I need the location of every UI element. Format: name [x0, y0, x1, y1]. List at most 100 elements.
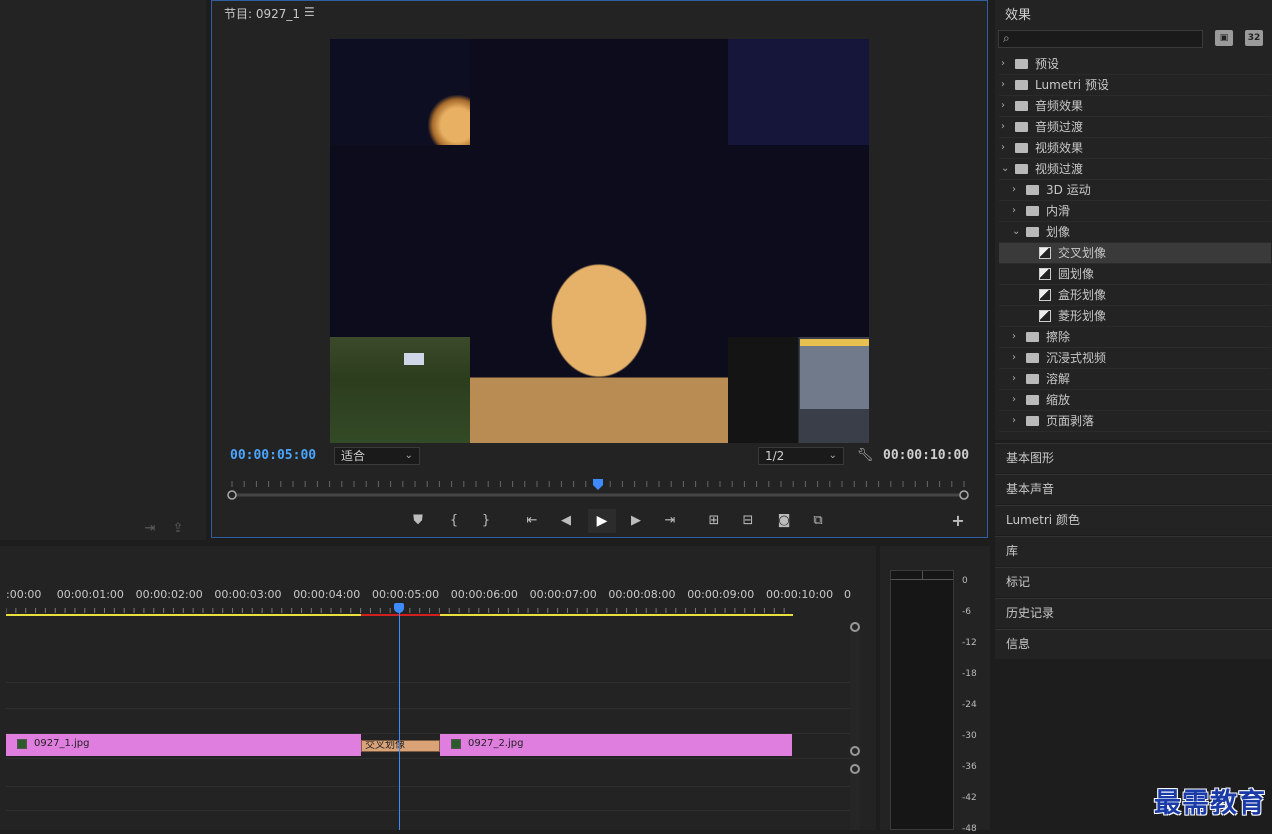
track-divider — [6, 708, 850, 709]
program-monitor: 节目: 0927_1 ☰ 00:00:05:00 适合 ⌄ 1/2 ⌄ 🔧︎ 0… — [211, 0, 988, 538]
compare-view-icon[interactable]: ⧉ — [808, 512, 828, 530]
accelerated-effects-icon[interactable]: ▣ — [1215, 30, 1233, 46]
mark-out-icon[interactable]: } — [476, 512, 496, 530]
scrub-ruler[interactable] — [224, 479, 972, 503]
panel-lumetri-color[interactable]: Lumetri 颜色 — [995, 505, 1272, 535]
zoom-fit-select[interactable]: 适合 ⌄ — [334, 447, 420, 465]
wrench-icon[interactable]: 🔧︎ — [855, 447, 875, 465]
chevron-right-icon[interactable]: › — [1001, 138, 1005, 158]
effects-tree-item[interactable]: › 视频效果 — [999, 138, 1271, 159]
current-timecode[interactable]: 00:00:05:00 — [230, 448, 316, 463]
effects-tree-item[interactable]: 盒形划像 — [999, 285, 1271, 306]
work-area-bar[interactable] — [6, 614, 361, 616]
effects-tree-item[interactable]: › 音频效果 — [999, 96, 1271, 117]
chevron-right-icon[interactable]: › — [1012, 348, 1016, 368]
monitor-scrub-bar[interactable] — [224, 479, 972, 503]
chevron-right-icon[interactable]: › — [1012, 201, 1016, 221]
effects-tree-item[interactable]: 圆划像 — [999, 264, 1271, 285]
effects-search-field[interactable]: ⌕ — [998, 30, 1203, 48]
go-to-out-icon[interactable]: ⇥ — [660, 512, 680, 530]
resolution-select[interactable]: 1/2 ⌄ — [758, 447, 844, 465]
32bit-effects-icon[interactable]: 32 — [1245, 30, 1263, 46]
effects-tree-label: 菱形划像 — [1058, 309, 1107, 323]
panel-history[interactable]: 历史记录 — [995, 598, 1272, 628]
folder-icon — [1026, 206, 1039, 216]
effects-tree-item[interactable]: ⌄ 视频过渡 — [999, 159, 1271, 180]
effects-tree-item[interactable]: › Lumetri 预设 — [999, 75, 1271, 96]
chevron-right-icon[interactable]: › — [1012, 369, 1016, 389]
insert-icon[interactable]: ⇥ — [140, 520, 160, 538]
chevron-right-icon[interactable]: › — [1012, 390, 1016, 410]
effects-title: 效果 — [1005, 8, 1032, 23]
transition-effect-icon — [1039, 310, 1051, 322]
step-forward-icon[interactable]: ▶︎ — [626, 512, 646, 530]
lift-icon[interactable]: ⊞ — [704, 512, 724, 530]
effects-tree-label: 预设 — [1035, 57, 1060, 71]
scroll-handle-bottom[interactable] — [850, 746, 860, 756]
scroll-handle-top[interactable] — [850, 764, 860, 774]
source-panel: ⇥ ⇪ — [0, 0, 206, 540]
track-divider — [6, 810, 850, 811]
track-divider — [6, 786, 850, 787]
effects-tree-item[interactable]: › 预设 — [999, 54, 1271, 75]
effects-tree-label: 页面剥落 — [1046, 414, 1095, 428]
panel-essential-sound[interactable]: 基本声音 — [995, 474, 1272, 504]
zoom-fit-label: 适合 — [341, 449, 366, 463]
play-icon[interactable]: ▶︎ — [588, 509, 616, 533]
effects-tree-label: 缩放 — [1046, 393, 1071, 407]
hamburger-icon[interactable]: ☰ — [304, 5, 315, 19]
extract-icon[interactable]: ⊟ — [738, 512, 758, 530]
camera-icon[interactable]: ◙ — [774, 512, 794, 530]
effects-tree-item[interactable]: ⌄ 划像 — [999, 222, 1271, 243]
playhead-handle[interactable] — [394, 603, 404, 613]
chevron-right-icon[interactable]: › — [1001, 54, 1005, 74]
ruler-ticks — [6, 608, 785, 613]
effects-tree-item[interactable]: › 音频过渡 — [999, 117, 1271, 138]
effects-search-input[interactable] — [1017, 31, 1197, 47]
timeline-vertical-scrollbar[interactable] — [850, 622, 860, 830]
effects-tree-item[interactable]: › 缩放 — [999, 390, 1271, 411]
effects-tree-label: 划像 — [1046, 225, 1071, 239]
add-marker-icon[interactable]: ⛊ — [408, 512, 428, 530]
clip-0927-1[interactable]: 0927_1.jpg — [6, 734, 361, 756]
chevron-right-icon[interactable]: › — [1001, 117, 1005, 137]
db-tick-label: -42 — [962, 793, 977, 803]
effects-tree-item[interactable]: › 页面剥落 — [999, 411, 1271, 432]
panel-markers[interactable]: 标记 — [995, 567, 1272, 597]
clip-0927-2[interactable]: 0927_2.jpg — [440, 734, 792, 756]
playhead-line[interactable] — [399, 606, 400, 830]
image-icon — [451, 739, 461, 749]
panel-essential-graphics[interactable]: 基本图形 — [995, 443, 1272, 473]
chevron-down-icon[interactable]: ⌄ — [1001, 159, 1009, 179]
transition-cross-wipe[interactable]: 交叉划像 — [361, 740, 440, 752]
folder-icon — [1026, 353, 1039, 363]
add-button-icon[interactable]: + — [948, 512, 968, 530]
effects-tree-item[interactable]: › 3D 运动 — [999, 180, 1271, 201]
chevron-right-icon[interactable]: › — [1001, 75, 1005, 95]
step-back-icon[interactable]: ◀︎ — [556, 512, 576, 530]
work-area-bar[interactable] — [440, 614, 793, 616]
chevron-right-icon[interactable]: › — [1012, 180, 1016, 200]
clip-name: 0927_1.jpg — [34, 738, 90, 749]
scroll-handle-top[interactable] — [850, 622, 860, 632]
panel-libraries[interactable]: 库 — [995, 536, 1272, 566]
chevron-right-icon[interactable]: › — [1001, 96, 1005, 116]
preset-folder-icon — [1015, 59, 1028, 69]
chevron-right-icon[interactable]: › — [1012, 327, 1016, 347]
chevron-down-icon[interactable]: ⌄ — [1012, 222, 1020, 242]
audio-meter-panel: 0 -6 -12 -18 -24 -30 -36 -42 -48 — [880, 546, 990, 834]
timeline-ruler[interactable]: :00:00 00:00:01:00 00:00:02:00 00:00:03:00 0… — [6, 582, 851, 616]
go-to-in-icon[interactable]: ⇤ — [522, 512, 542, 530]
effects-tree-item[interactable]: › 沉浸式视频 — [999, 348, 1271, 369]
mark-in-icon[interactable]: { — [444, 512, 464, 530]
effects-tree-item[interactable]: 交叉划像 — [999, 243, 1271, 264]
effects-tree-item[interactable]: › 内滑 — [999, 201, 1271, 222]
panel-info[interactable]: 信息 — [995, 629, 1272, 659]
transition-effect-icon — [1039, 289, 1051, 301]
effects-tree-item[interactable]: › 溶解 — [999, 369, 1271, 390]
effects-tree-item[interactable]: › 擦除 — [999, 327, 1271, 348]
effects-tree-item[interactable]: 菱形划像 — [999, 306, 1271, 327]
db-tick-label: 0 — [962, 576, 968, 586]
export-icon[interactable]: ⇪ — [168, 520, 188, 538]
chevron-right-icon[interactable]: › — [1012, 411, 1016, 431]
